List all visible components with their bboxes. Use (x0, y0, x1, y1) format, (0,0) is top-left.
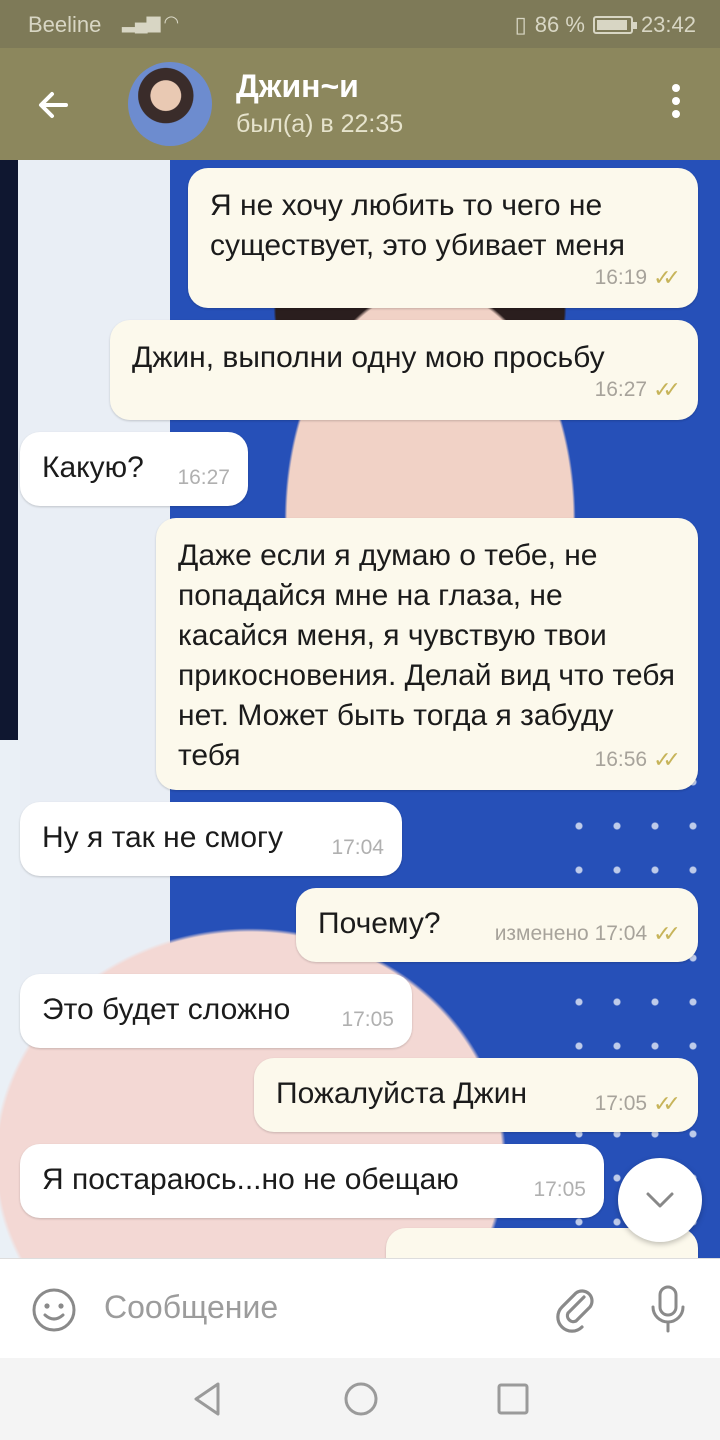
battery-percent: 86 % (534, 12, 585, 37)
message-time: 16:27 (177, 466, 230, 489)
nav-home-button[interactable] (342, 1380, 380, 1423)
contact-name[interactable]: Джин~и (236, 68, 359, 105)
nav-back-button[interactable] (190, 1380, 224, 1423)
message-time: 16:56 (594, 748, 648, 771)
double-check-icon: ✓✓ (653, 921, 681, 946)
more-vert-icon (670, 84, 682, 118)
message-time: 16:27 (594, 378, 648, 401)
attach-button[interactable] (554, 1285, 598, 1338)
more-menu-button[interactable] (670, 84, 682, 124)
paperclip-icon (556, 1289, 594, 1333)
emoji-icon (32, 1288, 76, 1332)
carrier-name: Beeline (28, 12, 102, 37)
message-text: Это будет сложно (42, 993, 291, 1026)
triangle-back-icon (194, 1382, 220, 1416)
message-outgoing[interactable]: Почему? изменено 17:04 ✓✓ (296, 888, 698, 962)
contact-last-seen: был(а) в 22:35 (236, 110, 404, 138)
arrow-left-icon (39, 92, 68, 118)
message-incoming[interactable]: Ну я так не смогу 17:04 (20, 802, 402, 876)
message-outgoing[interactable]: Я не хочу любить то чего не существует, … (188, 168, 698, 308)
message-outgoing[interactable]: Джин, выполни одну мою просьбу 16:27 ✓✓ (110, 320, 698, 420)
chevron-down-icon (646, 1192, 674, 1208)
signal-wifi-icon: ▂▄▆ ◠ (122, 12, 179, 32)
mic-icon (651, 1285, 685, 1333)
message-input[interactable]: Сообщение (104, 1289, 278, 1326)
message-time: 17:05 (594, 1092, 648, 1115)
nav-recents-button[interactable] (496, 1380, 530, 1423)
composer-bar: Сообщение (0, 1258, 720, 1358)
back-button[interactable] (30, 80, 80, 130)
scroll-to-bottom-button[interactable] (618, 1158, 702, 1242)
message-time: 17:04 (331, 836, 384, 859)
message-text: Я не хочу любить то чего не существует, … (210, 189, 626, 262)
status-bar: Beeline ▂▄▆ ◠ ▯ 86 % 23:42 (0, 0, 720, 48)
message-text: Ну я так не смогу (42, 821, 283, 854)
message-time: изменено 17:04 (494, 922, 648, 945)
voice-record-button[interactable] (648, 1283, 688, 1340)
contact-avatar[interactable] (128, 62, 212, 146)
circle-home-icon (344, 1382, 378, 1416)
message-outgoing[interactable]: Пожалуйста Джин 17:05 ✓✓ (254, 1058, 698, 1132)
message-incoming[interactable]: Это будет сложно 17:05 (20, 974, 412, 1048)
vibrate-icon: ▯ (514, 12, 527, 37)
double-check-icon: ✓✓ (653, 265, 681, 290)
double-check-icon: ✓✓ (653, 1091, 681, 1116)
square-recents-icon (497, 1383, 529, 1415)
message-time: 16:19 (594, 266, 648, 289)
message-incoming[interactable]: Какую? 16:27 (20, 432, 248, 506)
message-incoming[interactable]: Я постараюсь...но не обещаю 17:05 (20, 1144, 604, 1218)
message-text: Я постараюсь...но не обещаю (42, 1163, 459, 1196)
emoji-button[interactable] (30, 1286, 78, 1339)
clock: 23:42 (640, 12, 696, 37)
system-navigation-bar (0, 1358, 720, 1440)
message-time: 17:05 (341, 1008, 394, 1031)
double-check-icon: ✓✓ (653, 377, 681, 402)
status-right: ▯ 86 % 23:42 (515, 12, 696, 38)
message-time: 17:05 (533, 1178, 586, 1201)
message-outgoing[interactable]: Даже если я думаю о тебе, не попадайся м… (156, 518, 698, 790)
battery-icon (592, 16, 637, 34)
double-check-icon: ✓✓ (653, 747, 681, 772)
chat-header: Джин~и был(а) в 22:35 (0, 48, 720, 160)
chat-area[interactable]: Я не хочу любить то чего не существует, … (0, 160, 720, 1258)
